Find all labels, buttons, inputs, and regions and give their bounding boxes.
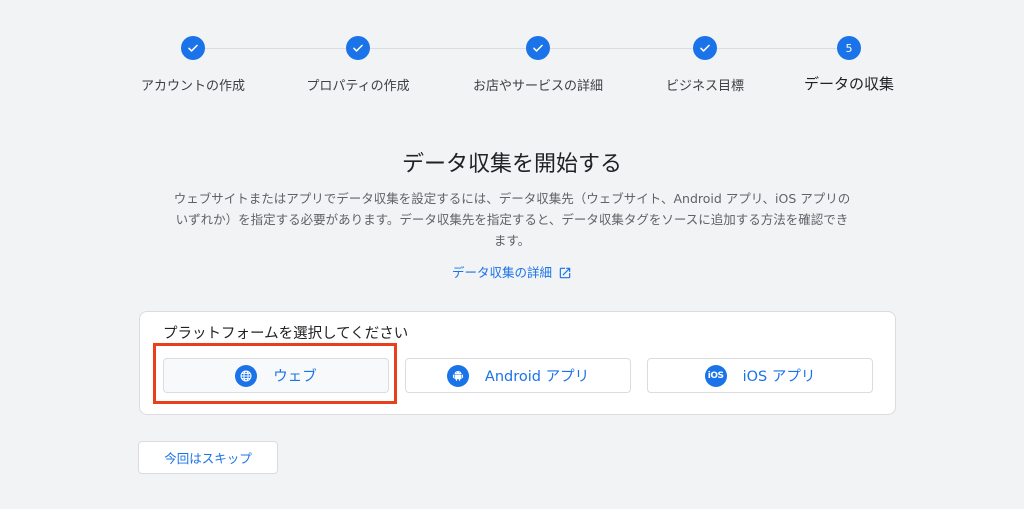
platform-selection-card: プラットフォームを選択してください ウェブ Android アプリ iOS iO…	[139, 311, 896, 415]
ios-icon-text: iOS	[707, 370, 724, 381]
web-platform-button[interactable]: ウェブ	[163, 358, 389, 393]
step-3-check-icon	[526, 36, 550, 60]
step-4-check-icon	[693, 36, 717, 60]
step-label-account: アカウントの作成	[140, 79, 246, 94]
globe-icon	[235, 364, 258, 387]
ios-platform-label: iOS アプリ	[742, 369, 816, 385]
android-platform-button[interactable]: Android アプリ	[405, 358, 631, 393]
step-label-business-goals: ビジネス目標	[665, 79, 745, 94]
step-5-number: 5	[837, 36, 861, 60]
step-label-data-collection: データの収集	[803, 75, 895, 93]
learn-more-label: データ収集の詳細	[451, 265, 552, 280]
step-label-property: プロパティの作成	[306, 79, 410, 94]
skip-button[interactable]: 今回はスキップ	[138, 441, 278, 474]
step-2-check-icon	[346, 36, 370, 60]
step-connector	[370, 48, 526, 49]
open-in-new-icon	[559, 267, 571, 279]
web-platform-label: ウェブ	[273, 369, 317, 385]
progress-stepper: 5 アカウントの作成 プロパティの作成 お店やサービスの詳細 ビジネス目標 デー…	[0, 0, 1024, 110]
step-connector	[550, 48, 693, 49]
android-icon	[446, 364, 469, 387]
ios-platform-button[interactable]: iOS iOS アプリ	[647, 358, 873, 393]
ios-icon: iOS	[704, 364, 727, 387]
android-platform-label: Android アプリ	[484, 369, 590, 385]
step-label-business-details: お店やサービスの詳細	[472, 79, 604, 94]
platform-card-title: プラットフォームを選択してください	[163, 326, 409, 342]
page-title: データ収集を開始する	[401, 152, 622, 177]
step-connector	[717, 48, 837, 49]
step-1-check-icon	[181, 36, 205, 60]
step-connector	[205, 48, 346, 49]
learn-more-link[interactable]: データ収集の詳細	[0, 262, 1024, 281]
page-description: ウェブサイトまたはアプリでデータ収集を設定するには、データ収集先（ウェブサイト、…	[173, 191, 851, 248]
